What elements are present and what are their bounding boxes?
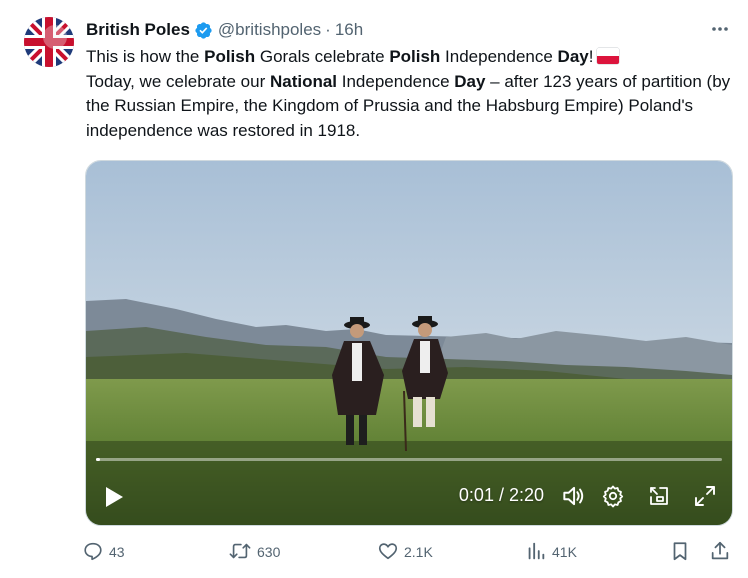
tweet-card[interactable]: British Poles @britishpoles · 16h This i… <box>0 0 748 578</box>
text-bold: Day <box>454 71 486 91</box>
text-run: This is how the <box>86 47 205 66</box>
picture-in-picture-icon[interactable] <box>646 483 672 509</box>
heart-icon <box>377 540 399 565</box>
like-count: 2.1K <box>404 544 433 560</box>
text-run: Today, we celebrate our <box>86 71 270 91</box>
reply-icon <box>82 540 104 565</box>
reply-count: 43 <box>109 544 125 560</box>
video-timecode: 0:01 / 2:20 <box>458 485 544 505</box>
views-button[interactable]: 41K <box>525 539 577 565</box>
text-run: Gorals celebrate <box>255 47 390 66</box>
text-run: ! <box>588 47 594 66</box>
video-progress-bar[interactable] <box>96 458 722 461</box>
text-run: Independence <box>337 71 455 91</box>
text-bold: Day <box>557 47 589 66</box>
tweet-text: This is how the Polish Gorals celebrate … <box>86 45 736 143</box>
reply-button[interactable]: 43 <box>82 539 125 565</box>
video-progress-fill <box>96 458 101 461</box>
bookmark-icon <box>669 540 691 565</box>
share-button[interactable] <box>709 539 731 565</box>
gear-icon[interactable] <box>600 483 626 509</box>
handle[interactable]: @britishpoles <box>218 20 321 40</box>
retweet-count: 630 <box>257 544 281 560</box>
volume-icon[interactable] <box>560 483 586 509</box>
video-player[interactable]: 0:01 / 2:20 <box>85 160 733 526</box>
display-name[interactable]: British Poles <box>86 20 190 40</box>
text-run: Independence <box>440 47 558 66</box>
retweet-button[interactable]: 630 <box>228 539 280 565</box>
text-bold: Polish <box>389 47 441 66</box>
bookmark-button[interactable] <box>669 539 691 565</box>
verified-badge-icon[interactable] <box>194 21 213 40</box>
share-icon <box>709 540 731 565</box>
text-bold: Polish <box>204 47 256 66</box>
text-bold: National <box>269 71 338 91</box>
views-icon <box>525 540 547 565</box>
retweet-icon <box>228 540 252 565</box>
video-controls: 0:01 / 2:20 <box>86 469 732 525</box>
play-icon[interactable] <box>100 483 128 511</box>
avatar[interactable] <box>24 17 74 67</box>
tweet-header: British Poles @britishpoles · 16h <box>86 18 363 42</box>
tweet-actions: 43 630 2.1K 41K <box>82 539 737 565</box>
poland-flag-icon <box>597 48 620 64</box>
more-dots-icon[interactable] <box>708 17 732 41</box>
views-count: 41K <box>552 544 577 560</box>
fullscreen-icon[interactable] <box>692 483 718 509</box>
timestamp[interactable]: 16h <box>335 20 363 40</box>
union-jack-avatar <box>24 17 74 67</box>
separator-dot: · <box>325 20 331 39</box>
like-button[interactable]: 2.1K <box>377 539 433 565</box>
